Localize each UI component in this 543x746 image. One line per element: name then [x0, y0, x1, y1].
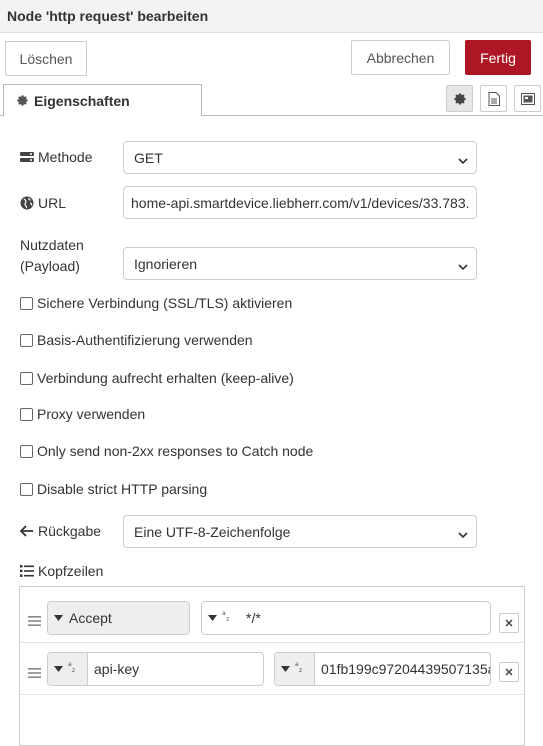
- strict-http-checkbox[interactable]: [20, 482, 33, 496]
- basic-auth-checkbox[interactable]: [20, 333, 33, 347]
- chevron-down-icon: [458, 527, 468, 543]
- remove-header-button[interactable]: [499, 613, 519, 633]
- proxy-checkbox-label: Proxy verwenden: [37, 406, 146, 422]
- payload-label-line1: Nutzdaten: [20, 237, 84, 253]
- gear-icon: [453, 92, 467, 106]
- payload-select[interactable]: Ignorieren: [123, 247, 477, 280]
- arrow-left-icon: [20, 525, 38, 537]
- caret-down-icon: [54, 666, 63, 672]
- tab-properties[interactable]: Eigenschaften: [3, 84, 202, 117]
- method-value: GET: [134, 149, 163, 166]
- basic-auth-checkbox-row[interactable]: Basis-Authentifizierung verwenden: [20, 332, 253, 348]
- headers-list: Accept az */* a z api-key a z 01fb199c97…: [19, 586, 525, 746]
- string-type-icon: az: [222, 610, 232, 625]
- header-value-field[interactable]: az */*: [201, 601, 491, 635]
- header-key-type[interactable]: Accept: [48, 602, 189, 634]
- drag-handle-icon[interactable]: [28, 665, 41, 681]
- headers-label: Kopfzeilen: [20, 563, 103, 579]
- close-icon: [505, 668, 513, 676]
- gear-icon: [16, 94, 34, 107]
- string-type-icon: az: [68, 661, 78, 676]
- ssl-checkbox-row[interactable]: Sichere Verbindung (SSL/TLS) aktivieren: [20, 295, 292, 311]
- header-key-text: api-key: [94, 661, 140, 677]
- drag-handle-icon[interactable]: [28, 613, 41, 629]
- non2xx-checkbox-label: Only send non-2xx responses to Catch nod…: [37, 443, 314, 459]
- non2xx-checkbox[interactable]: [20, 444, 33, 458]
- strict-http-checkbox-label: Disable strict HTTP parsing: [37, 481, 208, 497]
- appearance-icon: [520, 92, 535, 105]
- tab-appearance[interactable]: [514, 85, 541, 112]
- keepalive-checkbox-label: Verbindung aufrecht erhalten (keep-alive…: [37, 370, 294, 386]
- dialog-title: Node 'http request' bearbeiten: [7, 8, 209, 24]
- keepalive-checkbox-row[interactable]: Verbindung aufrecht erhalten (keep-alive…: [20, 370, 294, 386]
- remove-header-button[interactable]: [499, 662, 519, 682]
- header-value-text: 01fb199c97204439507135a: [321, 661, 491, 677]
- string-type-icon: az: [295, 661, 305, 676]
- payload-label-line2: (Payload): [20, 258, 80, 274]
- caret-down-icon: [281, 666, 290, 672]
- cancel-button[interactable]: Abbrechen: [351, 40, 450, 75]
- chevron-down-icon: [458, 153, 468, 169]
- dialog-titlebar: Node 'http request' bearbeiten: [0, 0, 543, 33]
- chevron-down-icon: [458, 259, 468, 275]
- caret-down-icon: [208, 615, 217, 621]
- header-value-type[interactable]: az: [275, 653, 315, 685]
- globe-icon: [20, 196, 38, 210]
- caret-down-icon: [54, 615, 63, 621]
- header-row: az api-key az 01fb199c97204439507135a: [20, 644, 524, 695]
- header-key-type[interactable]: az: [48, 653, 88, 685]
- header-key-field[interactable]: az api-key: [47, 652, 264, 686]
- return-value: Eine UTF-8-Zeichenfolge: [134, 523, 291, 540]
- proxy-checkbox[interactable]: [20, 407, 33, 421]
- ssl-checkbox-label: Sichere Verbindung (SSL/TLS) aktivieren: [37, 295, 293, 311]
- return-label: Rückgabe: [20, 523, 101, 539]
- description-icon: [488, 91, 500, 106]
- header-value-field[interactable]: az 01fb199c97204439507135a: [274, 652, 491, 686]
- return-select[interactable]: Eine UTF-8-Zeichenfolge: [123, 515, 477, 548]
- tab-properties-label: Eigenschaften: [34, 92, 130, 109]
- payload-value: Ignorieren: [134, 255, 198, 272]
- non2xx-checkbox-row[interactable]: Only send non-2xx responses to Catch nod…: [20, 443, 313, 459]
- strict-http-checkbox-row[interactable]: Disable strict HTTP parsing: [20, 481, 207, 497]
- done-button[interactable]: Fertig: [465, 40, 531, 75]
- svg-text:z: z: [226, 616, 229, 622]
- close-icon: [505, 619, 513, 627]
- header-key-select[interactable]: Accept: [47, 601, 190, 635]
- header-key-value: Accept: [69, 610, 112, 626]
- list-icon: [20, 565, 38, 577]
- tab-bar: Eigenschaften: [0, 84, 543, 117]
- url-label-text: URL: [38, 195, 67, 211]
- header-value-text: */*: [246, 610, 261, 626]
- basic-auth-checkbox-label: Basis-Authentifizierung verwenden: [37, 332, 253, 348]
- method-label: Methode: [20, 149, 92, 165]
- method-icon: [20, 151, 38, 163]
- tab-description[interactable]: [480, 85, 507, 112]
- method-label-text: Methode: [38, 149, 93, 165]
- ssl-checkbox[interactable]: [20, 296, 33, 310]
- payload-label: Nutzdaten (Payload): [20, 235, 84, 277]
- url-input[interactable]: home-api.smartdevice.liebherr.com/v1/dev…: [123, 186, 477, 219]
- return-label-text: Rückgabe: [38, 523, 102, 539]
- svg-text:z: z: [299, 667, 302, 673]
- svg-text:z: z: [72, 667, 75, 673]
- proxy-checkbox-row[interactable]: Proxy verwenden: [20, 406, 145, 422]
- delete-button[interactable]: Löschen: [5, 41, 87, 76]
- header-value-type[interactable]: az: [202, 602, 242, 634]
- url-label: URL: [20, 195, 66, 211]
- tab-settings[interactable]: [446, 85, 473, 112]
- headers-label-text: Kopfzeilen: [38, 563, 104, 579]
- keepalive-checkbox[interactable]: [20, 371, 33, 385]
- method-select[interactable]: GET: [123, 141, 477, 174]
- header-row: Accept az */*: [20, 592, 524, 643]
